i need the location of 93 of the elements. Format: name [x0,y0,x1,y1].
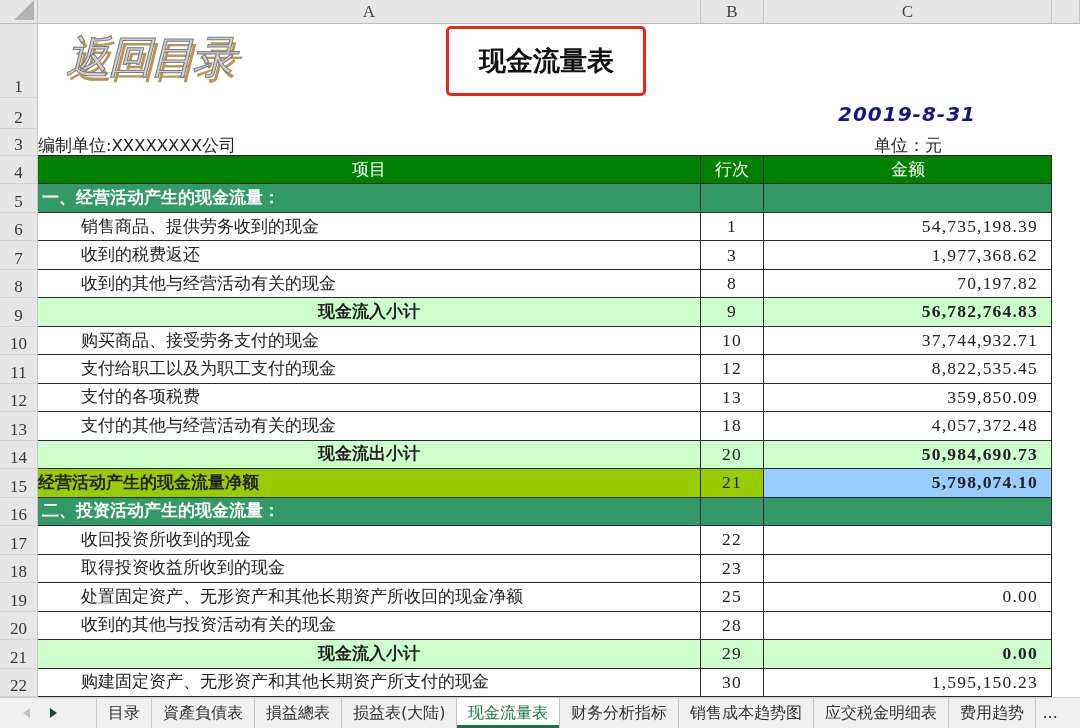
sheet-tab[interactable]: 应交税金明细表 [814,698,950,728]
line-number: 8 [701,269,764,299]
line-number: 22 [701,526,764,555]
unit-label: 单位：元 [874,136,942,155]
row-number[interactable]: 12 [0,383,38,413]
amount-value: 1,595,150.23 [764,668,1052,697]
row-number[interactable]: 15 [0,469,38,498]
row-number[interactable]: 13 [0,412,38,441]
line-number: 3 [701,241,764,270]
item-label: 收到的税费返还 [38,241,701,270]
row-number[interactable]: 20 [0,611,38,641]
line-number: 13 [701,383,764,413]
amount-value: 0.00 [764,640,1052,669]
amount-value: 1,977,368.62 [764,241,1052,270]
line-number: 29 [701,640,764,669]
column-heading: 项目 [38,156,701,185]
item-label: 购买商品、接受劳务支付的现金 [38,326,701,356]
amount-value: 0.00 [764,583,1052,612]
amount-value: 5,798,074.10 [764,469,1052,498]
sheet-tab[interactable]: 資產負債表 [152,698,255,728]
net-flow-label: 经营活动产生的现金流量净额 [38,469,701,498]
row-number[interactable]: 11 [0,355,38,384]
sheet-tab[interactable]: 现金流量表 [457,698,561,728]
report-date: 20019-8-31 [838,102,977,125]
row-number[interactable]: 2 [0,98,38,129]
line-number: 10 [701,326,764,356]
amount-value: 56,782,764.83 [764,298,1052,327]
sheet-title: 现金流量表 [446,26,646,96]
item-label: 支付的各项税费 [38,383,701,413]
amount-value: 359,850.09 [764,383,1052,413]
row-number[interactable]: 16 [0,497,38,527]
table-cell [701,497,764,527]
item-label: 收到的其他与投资活动有关的现金 [38,611,701,641]
line-number: 9 [701,298,764,327]
item-label: 购建固定资产、无形资产和其他长期资产所支付的现金 [38,668,701,697]
item-label: 支付给职工以及为职工支付的现金 [38,355,701,384]
company-label: 编制单位:XXXXXXXX公司 [38,136,236,155]
column-heading: 金额 [764,156,1052,185]
sheet-tab[interactable]: 目录 [97,698,152,728]
line-number: 1 [701,212,764,242]
column-header[interactable] [1052,0,1080,24]
row-number[interactable]: 18 [0,554,38,584]
line-number: 23 [701,554,764,584]
item-label: 收回投资所收到的现金 [38,526,701,555]
line-number: 20 [701,440,764,470]
row-number[interactable]: 4 [0,156,38,185]
subtotal-label: 现金流入小计 [38,640,701,669]
more-tabs-button[interactable]: ... [1036,698,1064,728]
subtotal-label: 现金流出小计 [38,440,701,470]
row-number[interactable]: 22 [0,668,38,697]
section-heading: 一、经营活动产生的现金流量： [38,184,701,213]
line-number: 18 [701,412,764,441]
amount-value: 50,984,690.73 [764,440,1052,470]
sheet-tab[interactable]: 損益總表 [255,698,342,728]
column-header[interactable]: A [38,0,701,24]
item-label: 销售商品、提供劳务收到的现金 [38,212,701,242]
row-number[interactable]: 9 [0,298,38,327]
column-heading: 行次 [701,156,764,185]
line-number: 21 [701,469,764,498]
amount-value: 37,744,932.71 [764,326,1052,356]
row-number[interactable]: 6 [0,212,38,242]
sheet-tab[interactable]: 财务分析指标 [560,698,680,728]
row-number[interactable]: 21 [0,640,38,669]
row-number[interactable]: 7 [0,241,38,270]
row-number[interactable]: 5 [0,184,38,213]
item-label: 处置固定资产、无形资产和其他长期资产所收回的现金净额 [38,583,701,612]
line-number: 30 [701,668,764,697]
amount-value: 70,197.82 [764,269,1052,299]
subtotal-label: 现金流入小计 [38,298,701,327]
select-all-icon[interactable] [14,0,34,20]
item-label: 取得投资收益所收到的现金 [38,554,701,584]
row-number[interactable]: 19 [0,583,38,612]
line-number: 28 [701,611,764,641]
column-header[interactable]: B [701,0,764,24]
section-heading: 二、投资活动产生的现金流量： [38,497,701,527]
right-arrow-icon[interactable] [50,708,57,718]
table-cell [701,184,764,213]
column-header[interactable]: C [764,0,1052,24]
amount-value: 54,735,198.39 [764,212,1052,242]
item-label: 收到的其他与经营活动有关的现金 [38,269,701,299]
row-number[interactable]: 1 [0,24,38,98]
line-number: 12 [701,355,764,384]
amount-value: 4,057,372.48 [764,412,1052,441]
row-number[interactable]: 10 [0,326,38,356]
row-number[interactable]: 17 [0,526,38,555]
row-number[interactable]: 3 [0,129,38,156]
item-label: 支付的其他与经营活动有关的现金 [38,412,701,441]
amount-value: 8,822,535.45 [764,355,1052,384]
row-number[interactable]: 14 [0,440,38,470]
sheet-tab[interactable]: 销售成本趋势图 [679,698,815,728]
sheet-tab[interactable]: 费用趋势 [949,698,1037,728]
row-number[interactable]: 8 [0,269,38,299]
line-number: 25 [701,583,764,612]
